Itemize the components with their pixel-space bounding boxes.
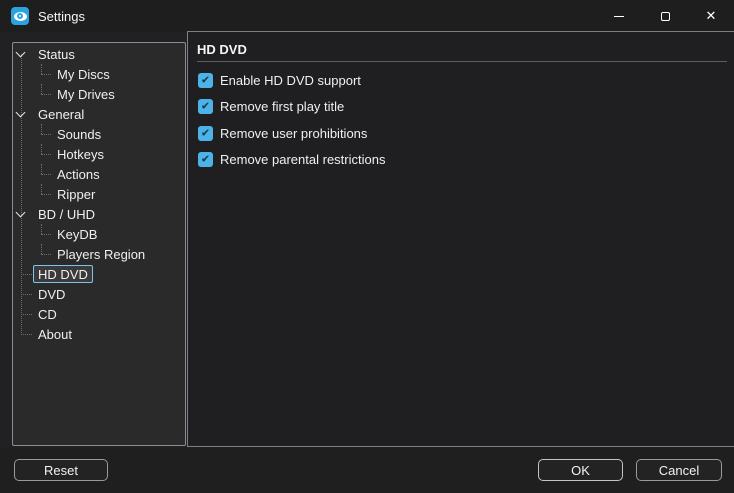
checkbox-label: Remove user prohibitions	[220, 125, 368, 141]
tree-item-label: Ripper	[57, 187, 96, 202]
tree-item-label: HD DVD	[33, 265, 93, 283]
maximize-icon	[660, 11, 670, 21]
tree-item-hd-dvd[interactable]: HD DVD	[13, 264, 185, 284]
tree-item-actions[interactable]: Actions	[13, 164, 185, 184]
checkbox-checked-icon[interactable]: ✔	[198, 152, 213, 167]
check-mark-icon: ✔	[200, 99, 211, 113]
app-icon	[11, 7, 29, 25]
tree-item-label: CD	[38, 307, 57, 322]
minimize-icon	[614, 15, 624, 17]
tree-item-about[interactable]: About	[13, 324, 185, 344]
checkbox-row-remove-first-play-title[interactable]: ✔ Remove first play title	[198, 99, 385, 115]
tree-item-label: Hotkeys	[57, 147, 104, 162]
title-bar: Settings ✕	[0, 0, 734, 32]
tree-item-label: My Drives	[57, 87, 115, 102]
tree-item-label: BD / UHD	[38, 207, 96, 222]
tree-item-keydb[interactable]: KeyDB	[13, 224, 185, 244]
reset-button[interactable]: Reset	[14, 459, 108, 481]
checkbox-checked-icon[interactable]: ✔	[198, 125, 213, 141]
maximize-button[interactable]	[642, 0, 688, 32]
tree-item-label: Actions	[57, 167, 100, 182]
checkbox-row-remove-parental-restrictions[interactable]: ✔ Remove parental restrictions	[198, 152, 385, 168]
tree-item-hotkeys[interactable]: Hotkeys	[13, 144, 185, 164]
chevron-down-icon[interactable]	[15, 47, 26, 58]
tree-item-status[interactable]: Status	[13, 44, 185, 64]
check-mark-icon: ✔	[200, 73, 211, 86]
tree-item-label: KeyDB	[57, 227, 98, 242]
checkbox-list: ✔ Enable HD DVD support ✔ Remove first play…	[198, 72, 385, 178]
checkbox-checked-icon[interactable]: ✔	[198, 99, 213, 114]
tree-item-my-discs[interactable]: My Discs	[13, 64, 185, 84]
tree-item-bd-uhd[interactable]: BD / UHD	[13, 204, 185, 224]
tree-item-label: General	[38, 107, 85, 122]
checkbox-label: Enable HD DVD support	[220, 72, 361, 88]
checkbox-checked-icon[interactable]: ✔	[198, 72, 213, 88]
tree-item-players-region[interactable]: Players Region	[13, 244, 185, 264]
tree-item-label: My Discs	[57, 67, 110, 82]
close-button[interactable]: ✕	[688, 0, 734, 32]
window-controls: ✕	[596, 0, 734, 32]
minimize-button[interactable]	[596, 0, 642, 32]
checkbox-label: Remove first play title	[220, 99, 345, 114]
eye-glint	[19, 15, 21, 17]
footer-bar: Reset OK Cancel	[0, 447, 734, 493]
window-title: Settings	[38, 8, 85, 24]
tree-item-label: DVD	[38, 287, 66, 302]
tree-item-cd[interactable]: CD	[13, 304, 185, 324]
tree-item-label: Status	[38, 47, 75, 62]
page-title: HD DVD	[197, 42, 247, 57]
tree-item-label: About	[38, 327, 72, 342]
checkbox-row-remove-user-prohibitions[interactable]: ✔ Remove user prohibitions	[198, 125, 385, 141]
ok-button[interactable]: OK	[538, 459, 623, 481]
settings-tree: Status My Discs My Drives General Sounds Hotk…	[12, 42, 186, 446]
tree-item-label: Players Region	[57, 247, 146, 262]
tree-item-general[interactable]: General	[13, 104, 185, 124]
cancel-button[interactable]: Cancel	[636, 459, 722, 481]
tree-item-dvd[interactable]: DVD	[13, 284, 185, 304]
checkbox-label: Remove parental restrictions	[220, 152, 386, 167]
tree-item-label: Sounds	[57, 127, 102, 142]
tree-item-my-drives[interactable]: My Drives	[13, 84, 185, 104]
check-mark-icon: ✔	[200, 152, 211, 166]
tree-item-sounds[interactable]: Sounds	[13, 124, 185, 144]
close-icon: ✕	[705, 8, 717, 24]
tree-item-ripper[interactable]: Ripper	[13, 184, 185, 204]
settings-panel: HD DVD ✔ Enable HD DVD support ✔ Remove fir…	[187, 31, 734, 447]
chevron-down-icon[interactable]	[15, 107, 26, 118]
check-mark-icon: ✔	[200, 126, 211, 139]
checkbox-row-enable-hd-dvd-support[interactable]: ✔ Enable HD DVD support	[198, 72, 385, 88]
panel-separator	[197, 61, 727, 62]
chevron-down-icon[interactable]	[15, 207, 26, 218]
